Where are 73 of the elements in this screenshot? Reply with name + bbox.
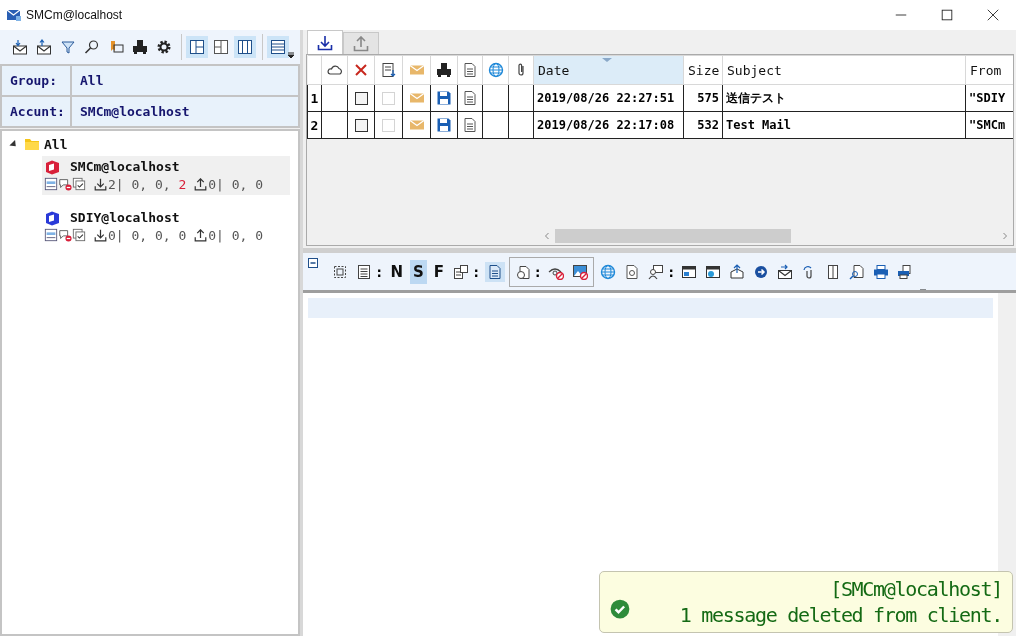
fax-icon[interactable] — [436, 62, 452, 78]
checkbox-window-icon — [72, 228, 86, 242]
envelope-icon — [408, 90, 425, 106]
upload-icon — [194, 228, 208, 242]
layout-icon[interactable] — [186, 36, 208, 58]
row-number: 1 — [307, 84, 322, 112]
filter-value[interactable]: SMCm@localhost — [72, 97, 190, 126]
column-header[interactable]: Size — [683, 55, 723, 85]
tree-item[interactable]: All — [44, 136, 68, 152]
row-number: 2 — [307, 111, 322, 139]
document-icon[interactable] — [462, 62, 478, 78]
overflow-icon[interactable] — [287, 52, 295, 60]
separator-text: : — [375, 263, 384, 280]
count-text: 0 — [178, 227, 187, 243]
format-toggle[interactable]: N — [387, 259, 406, 284]
document-icon[interactable] — [484, 261, 505, 282]
column-header[interactable]: Subject — [722, 55, 966, 85]
maximize-icon[interactable] — [940, 8, 954, 22]
document-icon — [462, 90, 478, 106]
filter-value[interactable]: All — [72, 66, 104, 95]
filter-label: Accunt: — [2, 97, 72, 126]
checkbox[interactable] — [354, 118, 368, 132]
document-download-icon[interactable] — [380, 62, 397, 78]
table-cell: 2019/08/26 22:17:08 — [533, 111, 684, 139]
download-icon — [317, 34, 333, 51]
count-text: 0| 0, 0 — [208, 176, 264, 192]
notification-message: 1 message deleted from client. — [678, 602, 1002, 628]
count-text: 2| 0, 0, — [108, 176, 172, 192]
table-cell: Test Mail — [722, 111, 966, 139]
collapse-icon[interactable] — [307, 257, 319, 269]
envelope-icon — [6, 7, 22, 23]
cloud-icon[interactable] — [326, 62, 343, 78]
checkbox-window-icon — [72, 177, 86, 191]
save-icon — [436, 117, 452, 133]
account-item[interactable]: SMCm@localhost 2| 0, 0, 2 0| 0, 0 — [42, 156, 290, 195]
document-icon — [462, 117, 478, 133]
sort-arrow-icon — [602, 58, 612, 62]
format-toggle[interactable]: S — [410, 259, 427, 284]
upload-icon — [353, 35, 369, 52]
separator-text: : — [666, 263, 676, 280]
folder-icon — [24, 136, 40, 152]
checkbox[interactable] — [354, 91, 368, 105]
separator-text: : — [472, 263, 481, 280]
check-circle-icon — [610, 599, 630, 619]
form-icon — [44, 177, 58, 191]
notification-title: [SMCm@localhost] — [829, 576, 1002, 602]
format-toggle[interactable]: F — [430, 259, 448, 284]
count-text: 0| 0, 0 — [208, 227, 264, 243]
form-icon — [44, 228, 58, 242]
download-icon — [94, 177, 107, 191]
table-cell: 2019/08/26 22:27:51 — [533, 84, 684, 112]
account-item[interactable]: SDIY@localhost 0| 0, 0, 0 0| 0, 0 — [42, 207, 290, 246]
blocked-chat-icon — [58, 177, 72, 191]
separator-text: : — [533, 263, 542, 280]
count-text: 2 — [178, 176, 187, 192]
globe-icon[interactable] — [487, 62, 504, 78]
layout-icon[interactable] — [234, 36, 256, 58]
count-text: 0| 0, 0, — [108, 227, 172, 243]
blocked-chat-icon — [58, 228, 72, 242]
window-title: SMCm@localhost — [26, 8, 123, 22]
account-name: SDIY@localhost — [70, 210, 180, 225]
table-cell: 送信テスト — [722, 84, 966, 112]
list-icon[interactable] — [267, 36, 289, 58]
cross-icon[interactable] — [353, 62, 369, 78]
save-icon — [436, 90, 452, 106]
close-icon[interactable] — [986, 8, 1000, 22]
envelope-icon — [408, 117, 425, 133]
column-header[interactable]: Date — [533, 55, 684, 85]
account-name: SMCm@localhost — [70, 159, 180, 174]
download-icon — [94, 228, 107, 242]
tab[interactable] — [307, 30, 343, 54]
column-header[interactable]: From — [965, 55, 1013, 85]
upload-icon — [194, 177, 208, 191]
